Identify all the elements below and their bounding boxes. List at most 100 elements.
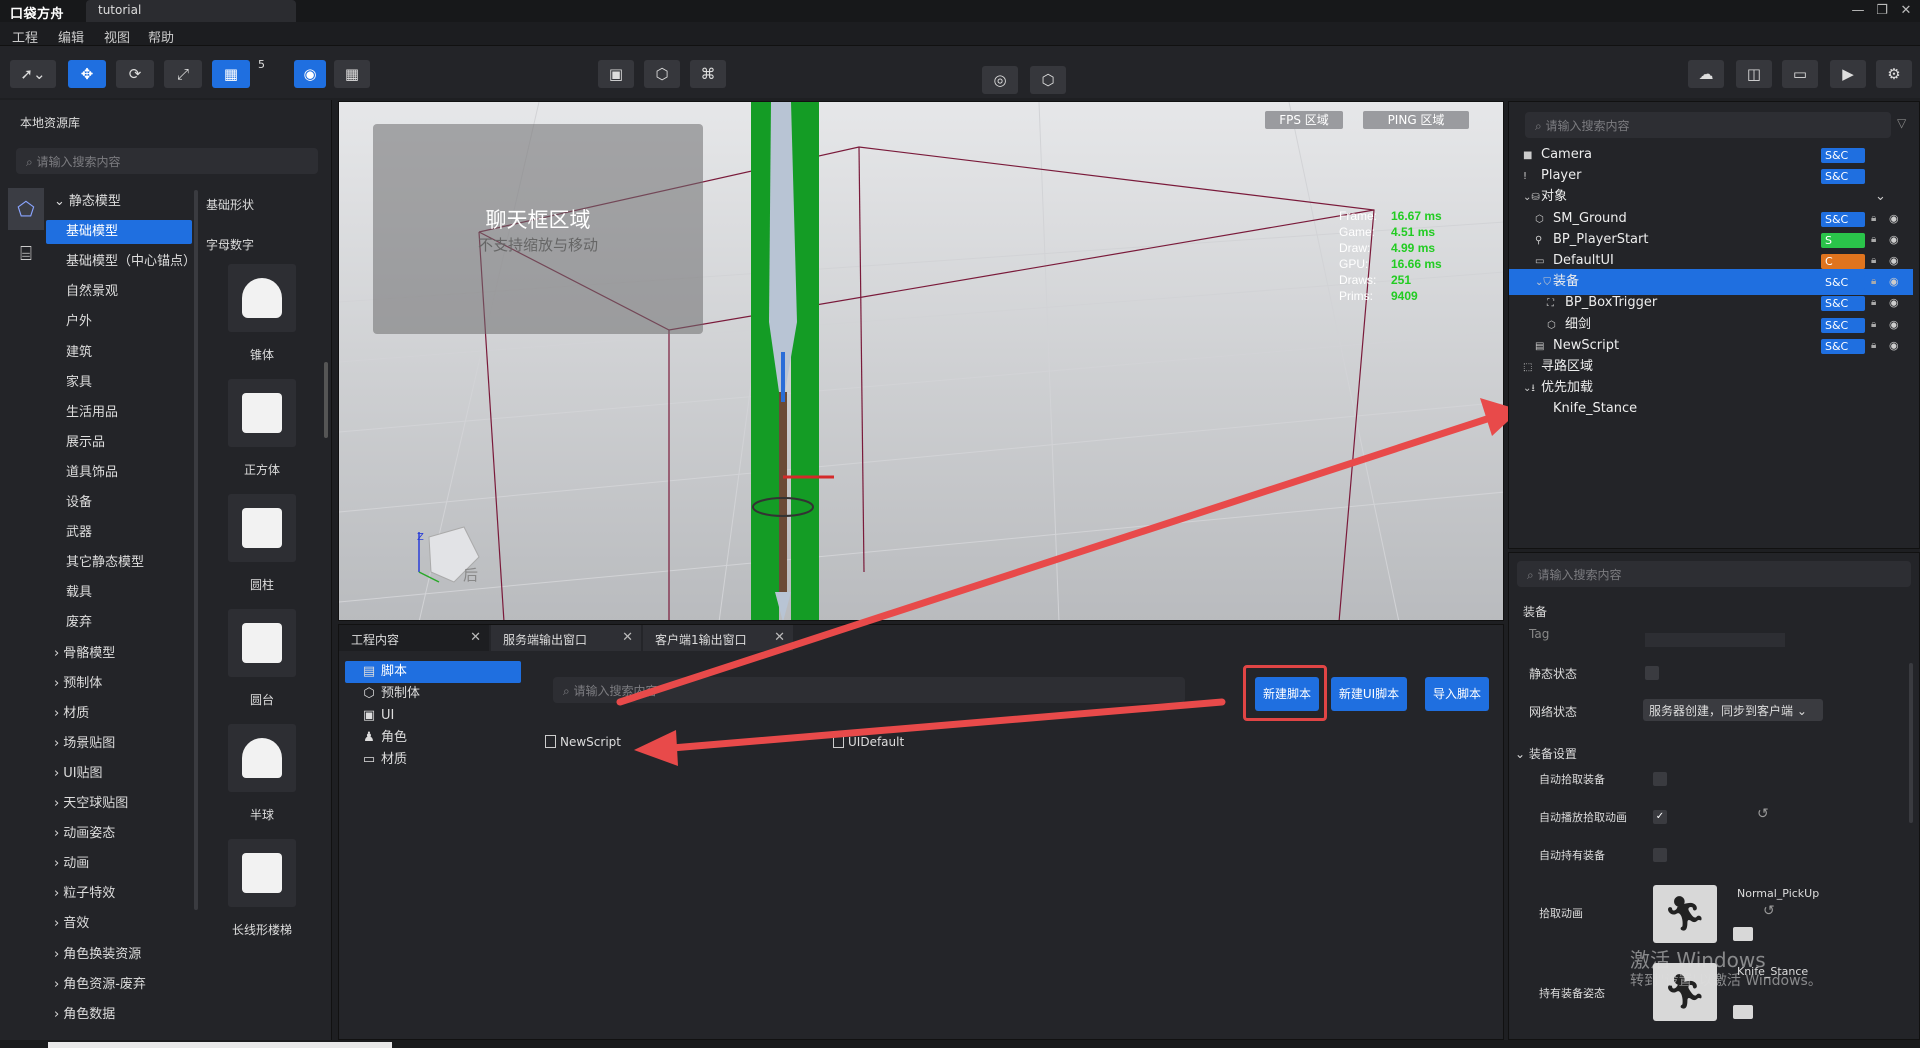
- auto-pickup-checkbox[interactable]: [1653, 772, 1667, 786]
- scene-viewport[interactable]: 聊天框区域 不支持缩放与移动 FPS 区域 PING 区域 Frame: 16.6…: [338, 101, 1504, 621]
- network-badge[interactable]: S&C: [1821, 211, 1865, 227]
- content-tree-item[interactable]: ♟ 角色: [345, 727, 521, 749]
- category-item[interactable]: › 预制体: [46, 672, 192, 696]
- tab-client-output[interactable]: 客户端1输出窗口 ✕: [643, 625, 793, 651]
- shape-thumbnail[interactable]: [228, 724, 296, 792]
- category-item[interactable]: › 粒子特效: [46, 882, 192, 906]
- menu-view[interactable]: 视图: [104, 27, 130, 46]
- category-item[interactable]: 废弃: [46, 611, 192, 635]
- shapes-icon[interactable]: ⬠: [8, 188, 44, 230]
- rotate-tool-button[interactable]: ⟳: [116, 60, 154, 88]
- category-item[interactable]: 道具饰品: [46, 461, 192, 485]
- category-item[interactable]: 基础模型（中心锚点）: [46, 250, 196, 274]
- shape-thumbnail[interactable]: [228, 609, 296, 677]
- category-item[interactable]: › 角色换装资源: [46, 943, 192, 967]
- category-item[interactable]: › 场景贴图: [46, 732, 192, 756]
- shape-thumbnail[interactable]: [228, 264, 296, 332]
- scale-tool-button[interactable]: ⤢: [164, 60, 202, 88]
- document-tab[interactable]: tutorial: [86, 0, 296, 22]
- menu-project[interactable]: 工程: [12, 27, 38, 46]
- content-tree-item[interactable]: ▣ UI: [345, 705, 521, 727]
- network-badge[interactable]: S&C: [1821, 338, 1865, 354]
- cloud-upload-button[interactable]: ☁: [1688, 60, 1724, 88]
- content-search-input[interactable]: ⌕ 请输入搜索内容: [553, 677, 1185, 703]
- new-script-button[interactable]: 新建脚本: [1255, 677, 1319, 711]
- properties-search-input[interactable]: ⌕ 请输入搜索内容: [1517, 561, 1911, 587]
- menu-edit[interactable]: 编辑: [58, 27, 84, 46]
- toolbox-icon[interactable]: ⌸: [8, 232, 44, 274]
- category-item[interactable]: 设备: [46, 491, 192, 515]
- category-scrollbar[interactable]: [194, 190, 198, 910]
- hierarchy-search-input[interactable]: ⌕ 请输入搜索内容: [1525, 112, 1891, 138]
- layout-button[interactable]: ◫: [1736, 60, 1772, 88]
- category-item[interactable]: 展示品: [46, 431, 192, 455]
- hold-pose-picker[interactable]: [1733, 1005, 1753, 1019]
- tab-project-content[interactable]: 工程内容 ✕: [339, 625, 489, 651]
- category-item[interactable]: 户外: [46, 310, 192, 334]
- file-uidefault[interactable]: UIDefault: [833, 735, 904, 749]
- content-tree-item[interactable]: ▤ 脚本: [345, 661, 521, 683]
- import-script-button[interactable]: 导入脚本: [1425, 677, 1489, 711]
- properties-scrollbar[interactable]: [1909, 663, 1913, 823]
- device-button[interactable]: ▭: [1782, 60, 1818, 88]
- camera-button[interactable]: ▶: [1830, 60, 1866, 88]
- equipment-settings-section[interactable]: ⌄ 装备设置: [1515, 745, 1577, 762]
- category-item[interactable]: 家具: [46, 371, 192, 395]
- preferences-button[interactable]: ⚙: [1876, 60, 1912, 88]
- settings-run-button[interactable]: ⬡: [1030, 66, 1066, 94]
- grid-snap-button[interactable]: ▦: [212, 60, 250, 88]
- category-item[interactable]: 建筑: [46, 341, 192, 365]
- reset-icon[interactable]: ↺: [1763, 903, 1775, 919]
- auto-hold-checkbox[interactable]: [1653, 848, 1667, 862]
- static-state-checkbox[interactable]: [1645, 666, 1659, 680]
- grid-snap-value[interactable]: 5: [258, 58, 265, 71]
- category-item[interactable]: 武器: [46, 521, 192, 545]
- category-item[interactable]: 其它静态模型: [46, 551, 192, 575]
- category-item[interactable]: › 骨骼模型: [46, 642, 192, 666]
- select-tool-button[interactable]: ➚⌄: [10, 60, 56, 88]
- content-tree-item[interactable]: ▭ 材质: [345, 749, 521, 771]
- tag-input[interactable]: [1645, 633, 1785, 647]
- category-item[interactable]: › 动画姿态: [46, 822, 192, 846]
- auto-play-pickup-anim-checkbox[interactable]: ✓: [1653, 810, 1667, 824]
- shape-thumbnail[interactable]: [228, 494, 296, 562]
- menu-help[interactable]: 帮助: [148, 27, 174, 46]
- category-item[interactable]: 自然景观: [46, 280, 192, 304]
- close-icon[interactable]: ✕: [622, 630, 633, 645]
- category-item[interactable]: › 角色数据: [46, 1003, 192, 1027]
- category-item[interactable]: 基础模型: [46, 220, 192, 245]
- asset-search-input[interactable]: ⌕ 请输入搜索内容: [16, 148, 318, 174]
- world-space-button[interactable]: ◉: [294, 60, 326, 88]
- network-badge[interactable]: S&C: [1821, 148, 1865, 163]
- hierarchy-row[interactable]: Knife_Stance: [1509, 396, 1913, 422]
- pickup-anim-picker[interactable]: [1733, 927, 1753, 941]
- category-item[interactable]: ⌄ 静态模型: [46, 190, 192, 214]
- shape-thumbnail[interactable]: [228, 839, 296, 907]
- close-icon[interactable]: ✕: [470, 630, 481, 645]
- category-item[interactable]: › 音效: [46, 912, 192, 936]
- network-badge[interactable]: S: [1821, 232, 1865, 248]
- category-item[interactable]: › 动画: [46, 852, 192, 876]
- category-item[interactable]: 生活用品: [46, 401, 192, 425]
- category-item[interactable]: › 天空球贴图: [46, 792, 192, 816]
- reset-icon[interactable]: ↺: [1757, 806, 1769, 822]
- new-ui-script-button[interactable]: 新建UI脚本: [1331, 677, 1407, 711]
- minimize-button[interactable]: —: [1850, 3, 1866, 19]
- play-button[interactable]: ◎: [982, 66, 1018, 94]
- category-item[interactable]: › UI贴图: [46, 762, 192, 786]
- tab-server-output[interactable]: 服务端输出窗口 ✕: [491, 625, 641, 651]
- shape-scrollbar[interactable]: [324, 362, 328, 438]
- filter-icon[interactable]: ▽: [1897, 116, 1906, 130]
- pickup-anim-thumbnail[interactable]: 🏃︎: [1653, 885, 1717, 943]
- network-badge[interactable]: S&C: [1821, 296, 1865, 312]
- network-badge[interactable]: C: [1821, 254, 1865, 269]
- network-state-dropdown[interactable]: 服务器创建，同步到客户端 ⌄: [1643, 699, 1823, 721]
- close-icon[interactable]: ✕: [774, 630, 785, 645]
- file-newscript[interactable]: NewScript: [545, 735, 621, 749]
- move-tool-button[interactable]: ✥: [68, 60, 106, 88]
- shape-thumbnail[interactable]: [228, 379, 296, 447]
- model-button[interactable]: ⬡: [644, 60, 680, 88]
- content-tree-item[interactable]: ⬡ 预制体: [345, 683, 521, 705]
- network-badge[interactable]: S&C: [1821, 317, 1865, 333]
- code-button[interactable]: ⌘: [690, 60, 726, 88]
